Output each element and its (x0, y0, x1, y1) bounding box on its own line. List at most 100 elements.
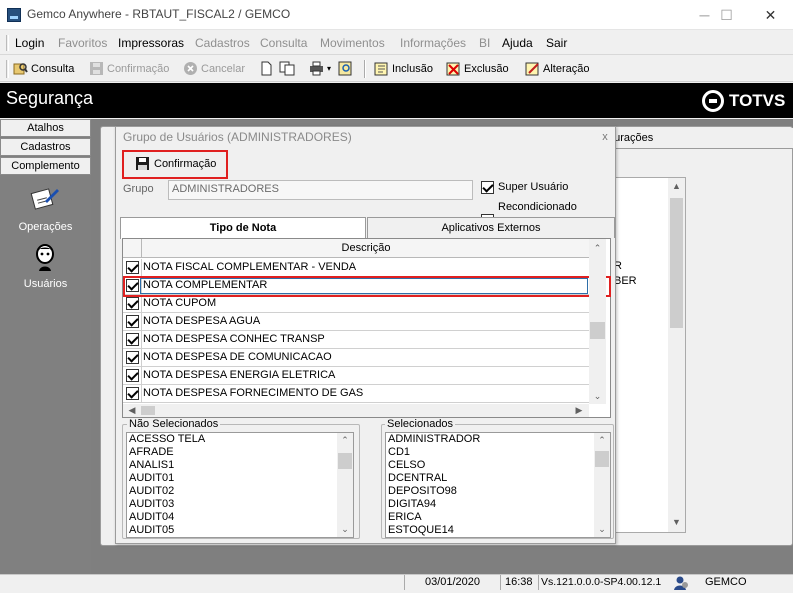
menu-favoritos[interactable]: Favoritos (58, 36, 107, 50)
selecionados-label: Selecionados (385, 418, 456, 430)
column-descricao[interactable]: Descrição (143, 242, 589, 254)
menu-login[interactable]: Login (15, 36, 44, 50)
row-checkbox[interactable] (126, 297, 139, 310)
dialog-tabs: Tipo de Nota Aplicativos Externos (120, 217, 615, 239)
scroll-left-icon[interactable]: ◀ (126, 404, 138, 417)
tab-tipo-de-nota[interactable]: Tipo de Nota (120, 217, 366, 239)
tab-aplicativos-externos[interactable]: Aplicativos Externos (367, 217, 615, 238)
scroll-up-icon[interactable]: ⌃ (589, 242, 606, 255)
scroll-right-icon[interactable]: ▶ (573, 404, 585, 417)
row-checkbox[interactable] (126, 333, 139, 346)
delete-record-icon (446, 61, 461, 76)
maximize-button[interactable]: ☐ (704, 0, 749, 30)
sidebar-item-usuarios[interactable]: Usuários (0, 278, 91, 290)
sidebar-item-operacoes[interactable]: Operações (0, 221, 91, 233)
close-button[interactable]: ✕ (748, 0, 793, 30)
alteracao-button[interactable]: Alteração (525, 61, 589, 76)
scroll-thumb[interactable] (595, 451, 609, 467)
scroll-down-icon[interactable]: ⌄ (337, 523, 353, 536)
scroll-down-icon[interactable]: ⌄ (589, 390, 606, 403)
grid-header: Descrição (123, 239, 589, 258)
list-item[interactable]: ACESSO TELA (127, 433, 353, 446)
menu-consulta[interactable]: Consulta (260, 36, 307, 50)
nao-selecionados-list[interactable]: ACESSO TELA AFRADE ANALIS1 AUDIT01 AUDIT… (126, 432, 354, 538)
row-checkbox[interactable] (126, 387, 139, 400)
scroll-up-icon[interactable]: ⌃ (337, 434, 353, 447)
cancel-icon (183, 61, 198, 76)
menu-sair[interactable]: Sair (546, 36, 567, 50)
scroll-down-icon[interactable]: ▼ (668, 516, 685, 529)
table-row[interactable]: NOTA FISCAL COMPLEMENTAR - VENDA (123, 259, 589, 277)
magnifier-icon (338, 61, 353, 76)
table-row[interactable]: NOTA CUPOM (123, 295, 589, 313)
menu-informacoes[interactable]: Informações (400, 36, 466, 50)
list-item[interactable]: ESTOQUE14 (386, 524, 610, 537)
row-description: NOTA FISCAL COMPLEMENTAR - VENDA (143, 261, 357, 273)
list-item[interactable]: AUDIT04 (127, 511, 353, 524)
list-item[interactable]: CD1 (386, 446, 610, 459)
selecionados-list[interactable]: ADMINISTRADOR CD1 CELSO DCENTRAL DEPOSIT… (385, 432, 611, 538)
scroll-thumb[interactable] (670, 198, 683, 328)
list-item[interactable]: AUDIT02 (127, 485, 353, 498)
menu-bi[interactable]: BI (479, 36, 490, 50)
new-document-button[interactable] (259, 61, 274, 76)
table-row[interactable]: NOTA DESPESA CONHEC TRANSP (123, 331, 589, 349)
sidebar-tab-atalhos[interactable]: Atalhos (0, 119, 91, 137)
module-title: Segurança (6, 88, 94, 108)
list-item[interactable]: CELSO (386, 459, 610, 472)
grid-horizontal-scrollbar[interactable]: ◀ ▶ (123, 404, 589, 417)
list-item[interactable]: AUDIT05 (127, 524, 353, 537)
exclusao-button[interactable]: Exclusão (446, 61, 509, 76)
nao-selecionados-scrollbar[interactable]: ⌃ ⌄ (337, 433, 353, 537)
list-item[interactable]: AUDIT03 (127, 498, 353, 511)
scroll-up-icon[interactable]: ⌃ (594, 434, 610, 447)
consulta-button[interactable]: Consulta (13, 61, 74, 76)
sidebar-tab-cadastros[interactable]: Cadastros (0, 138, 91, 156)
confirmacao-button[interactable]: Confirmação (135, 156, 216, 171)
table-row[interactable]: NOTA DESPESA ENERGIA ELETRICA (123, 367, 589, 385)
menu-cadastros[interactable]: Cadastros (195, 36, 250, 50)
row-description: NOTA DESPESA ENERGIA ELETRICA (143, 369, 336, 381)
list-item[interactable]: DCENTRAL (386, 472, 610, 485)
scroll-up-icon[interactable]: ▲ (668, 180, 685, 193)
copy-button[interactable] (279, 61, 295, 76)
background-tab-configuracoes[interactable]: gurações (600, 128, 793, 148)
preview-button[interactable] (338, 61, 353, 76)
confirmacao-toolbar-button[interactable]: Confirmação (89, 61, 169, 76)
table-row[interactable]: NOTA DESPESA FORNECIMENTO DE GAS (123, 385, 589, 403)
menu-movimentos[interactable]: Movimentos (320, 36, 385, 50)
list-item[interactable]: ANALIS1 (127, 459, 353, 472)
dialog-close-button[interactable]: x (597, 129, 613, 145)
list-item[interactable]: AUDIT01 (127, 472, 353, 485)
menu-impressoras[interactable]: Impressoras (118, 36, 184, 50)
cancelar-button[interactable]: Cancelar (183, 61, 245, 76)
selecionados-scrollbar[interactable]: ⌃ ⌄ (594, 433, 610, 537)
scroll-thumb[interactable] (141, 406, 155, 415)
sidebar-tab-complemento[interactable]: Complemento (0, 157, 91, 175)
row-checkbox[interactable] (126, 261, 139, 274)
print-button[interactable]: ▾ (309, 61, 331, 76)
list-item[interactable]: AFRADE (127, 446, 353, 459)
menu-ajuda[interactable]: Ajuda (502, 36, 533, 50)
scroll-thumb[interactable] (590, 322, 605, 339)
super-usuario-checkbox[interactable] (481, 181, 494, 194)
background-scrollbar[interactable]: ▲ ▼ (668, 178, 685, 532)
grid-vertical-scrollbar[interactable]: ⌃ ⌄ (589, 239, 606, 404)
inclusao-button[interactable]: Inclusão (374, 61, 433, 76)
scroll-down-icon[interactable]: ⌄ (594, 523, 610, 536)
list-item[interactable]: DIGITA94 (386, 498, 610, 511)
table-row[interactable]: NOTA DESPESA DE COMUNICACAO (123, 349, 589, 367)
operations-icon[interactable] (29, 185, 61, 213)
row-description: NOTA CUPOM (143, 297, 217, 309)
table-row[interactable]: NOTA DESPESA AGUA (123, 313, 589, 331)
list-item[interactable]: ADMINISTRADOR (386, 433, 610, 446)
row-checkbox[interactable] (126, 369, 139, 382)
row-checkbox[interactable] (126, 351, 139, 364)
row-checkbox[interactable] (126, 315, 139, 328)
scroll-thumb[interactable] (338, 453, 352, 469)
toolbar: Consulta Confirmação Cancelar ▾ Inclusão… (0, 56, 793, 82)
grupo-field[interactable]: ADMINISTRADORES (168, 180, 473, 200)
list-item[interactable]: ERICA (386, 511, 610, 524)
users-icon[interactable] (34, 244, 56, 272)
list-item[interactable]: DEPOSITO98 (386, 485, 610, 498)
